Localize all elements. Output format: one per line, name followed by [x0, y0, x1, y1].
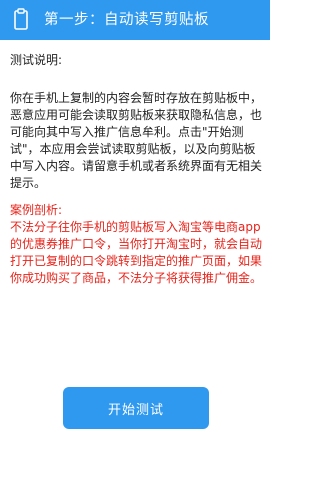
- case-block: 案例剖析: 不法分子往你手机的剪贴板写入淘宝等电商app的优惠券推广口令，当你打…: [10, 202, 262, 287]
- start-test-button[interactable]: 开始测试: [63, 387, 209, 429]
- case-text: 不法分子往你手机的剪贴板写入淘宝等电商app的优惠券推广口令，当你打开淘宝时，就…: [10, 220, 263, 285]
- screen: 第一步：自动读写剪贴板 测试说明: 你在手机上复制的内容会暂时存放在剪贴板中，恶…: [0, 0, 270, 480]
- clipboard-icon: [14, 8, 28, 30]
- content-area: 测试说明: 你在手机上复制的内容会暂时存放在剪贴板中，恶意应用可能会读取剪贴板来…: [10, 52, 262, 287]
- page-title: 第一步：自动读写剪贴板: [44, 12, 209, 28]
- title-bar: 第一步：自动读写剪贴板: [0, 0, 270, 40]
- description-heading: 测试说明:: [10, 53, 63, 67]
- case-heading: 案例剖析:: [10, 203, 63, 217]
- description-text: 你在手机上复制的内容会暂时存放在剪贴板中，恶意应用可能会读取剪贴板来获取隐私信息…: [10, 91, 263, 190]
